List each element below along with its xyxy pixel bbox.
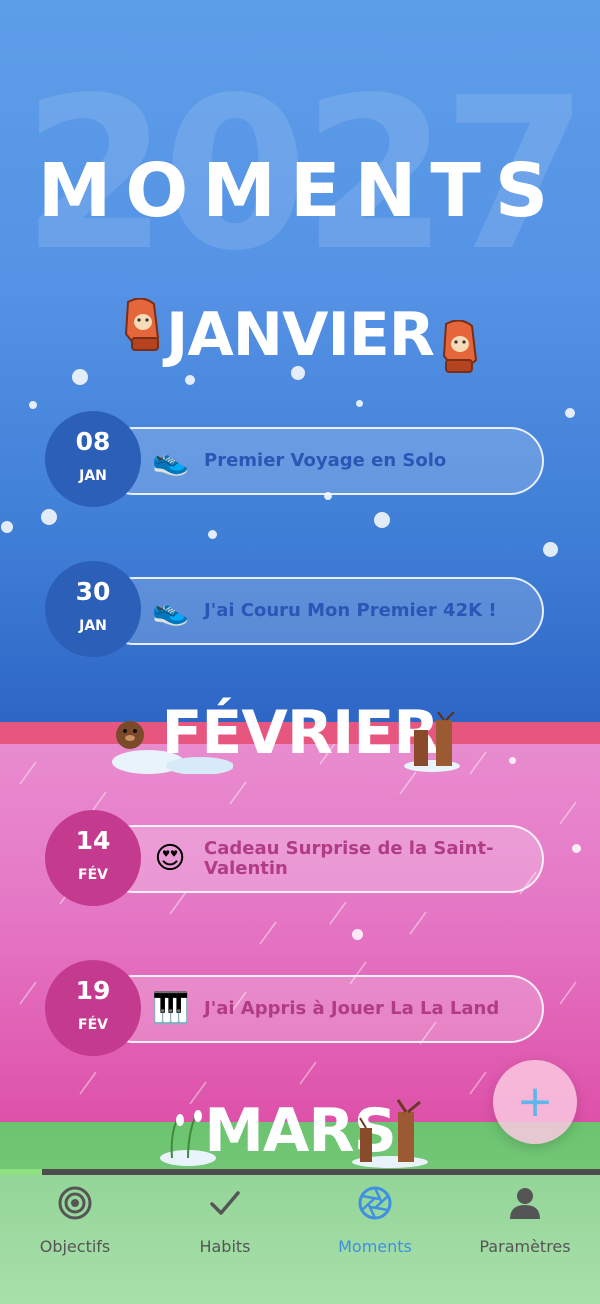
date-month: FÉV [78, 1017, 108, 1033]
snow-dot [572, 844, 581, 853]
date-badge: 08 JAN [45, 411, 141, 507]
nav-label: Objectifs [39, 1237, 111, 1256]
add-moment-button[interactable]: + [493, 1060, 577, 1144]
date-month: JAN [79, 618, 107, 634]
snow-dot [29, 401, 37, 409]
moment-card[interactable]: 👟 J'ai Couru Mon Premier 42K ! [100, 577, 544, 645]
target-icon [58, 1186, 92, 1220]
date-month: FÉV [78, 867, 108, 883]
moment-card[interactable]: 🎹 J'ai Appris à Jouer La La Land [100, 975, 544, 1043]
nav-item-parametres[interactable]: Paramètres [450, 1185, 600, 1265]
snow-dot [1, 521, 13, 533]
snow-dot [185, 375, 195, 385]
snow-dot [565, 408, 575, 418]
date-badge: 19 FÉV [45, 960, 141, 1056]
nav-item-moments[interactable]: Moments [300, 1185, 450, 1265]
nav-label: Paramètres [479, 1237, 571, 1256]
moment-title: J'ai Appris à Jouer La La Land [204, 998, 500, 1019]
nav-label: Habits [199, 1237, 251, 1256]
moment-title: Premier Voyage en Solo [204, 450, 447, 471]
piano-icon: 🎹 [152, 991, 190, 1026]
month-label-january: JANVIER [166, 300, 435, 370]
date-day: 14 [75, 826, 111, 855]
month-label-february: FÉVRIER [161, 698, 439, 768]
user-icon [510, 1188, 540, 1219]
date-badge: 14 FÉV [45, 810, 141, 906]
nav-item-objectifs[interactable]: Objectifs [0, 1185, 150, 1265]
tree-stump-decoration [404, 712, 460, 772]
mitten-right-icon [442, 320, 478, 373]
nav-label: Moments [338, 1237, 412, 1256]
date-month: JAN [79, 468, 107, 484]
checkmark-icon [210, 1191, 240, 1215]
snow-dot [356, 400, 363, 407]
nav-item-habits[interactable]: Habits [150, 1185, 300, 1265]
moment-card[interactable]: 😍 Cadeau Surprise de la Saint-Valentin [100, 825, 544, 893]
date-day: 08 [75, 427, 111, 456]
moment-title: Cadeau Surprise de la Saint-Valentin [204, 838, 494, 879]
snow-dot [374, 512, 390, 528]
running-shoe-icon: 👟 [152, 593, 190, 628]
page-title: MOMENTS [37, 148, 563, 234]
date-day: 19 [75, 976, 111, 1005]
date-badge: 30 JAN [45, 561, 141, 657]
plus-icon: + [516, 1076, 554, 1127]
heart-eyes-emoji-icon: 😍 [154, 841, 186, 876]
bare-trees-decoration [352, 1099, 428, 1168]
date-day: 30 [75, 577, 111, 606]
snow-dot [41, 509, 57, 525]
moment-title: J'ai Couru Mon Premier 42K ! [204, 600, 497, 621]
snow-dot [352, 929, 363, 940]
snow-dot [72, 369, 88, 385]
mitten-left-icon [124, 298, 160, 351]
aperture-icon [358, 1186, 392, 1220]
moments-screen: 2027 MOMENTS JANVIER 👟 Premier Voyage en… [0, 0, 600, 1304]
sneaker-icon: 👟 [152, 443, 190, 478]
moment-card[interactable]: 👟 Premier Voyage en Solo [100, 427, 544, 495]
snow-dot [543, 542, 558, 557]
snow-dot [208, 530, 217, 539]
bottom-navigation: Objectifs Habits Moments Paramètres [0, 1175, 600, 1304]
